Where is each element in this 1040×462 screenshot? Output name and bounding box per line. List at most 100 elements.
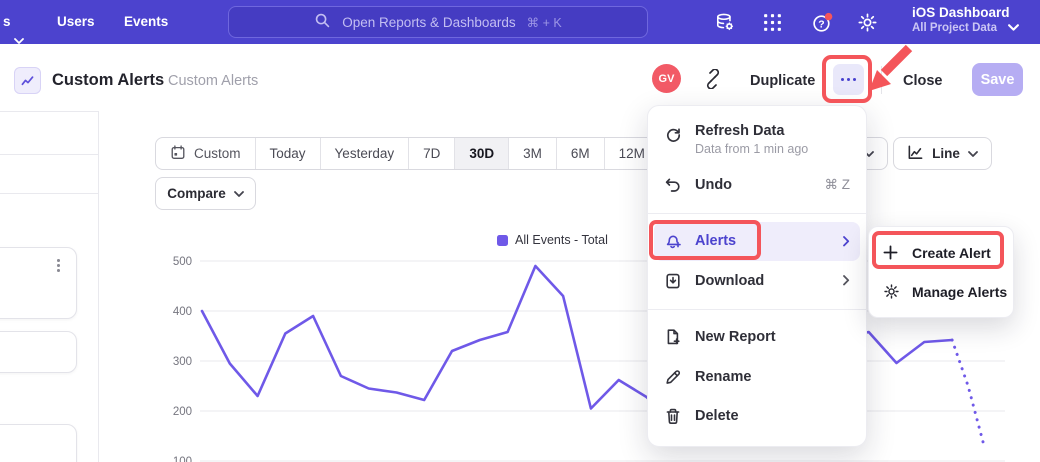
search-placeholder: Open Reports & Dashboards (342, 15, 515, 30)
chevron-down-icon[interactable] (1008, 19, 1019, 37)
legend-swatch (497, 235, 508, 246)
menu-divider (648, 309, 866, 310)
menu-item-undo[interactable]: Undo ⌘ Z (648, 165, 866, 204)
range-label: Custom (194, 146, 241, 161)
menu-item-refresh-data[interactable]: Refresh Data Data from 1 min ago (648, 116, 866, 165)
menu-item-sublabel: Data from 1 min ago (695, 142, 808, 156)
svg-text:100: 100 (173, 456, 192, 462)
sidebar-divider (0, 193, 98, 194)
notification-dot (825, 13, 833, 21)
menu-item-label: New Report (695, 329, 776, 345)
file-plus-icon (664, 328, 682, 346)
project-name: iOS Dashboard (912, 5, 1010, 20)
sidebar-divider (0, 111, 98, 112)
chevron-down-icon (968, 146, 978, 161)
duplicate-button[interactable]: Duplicate (750, 73, 815, 89)
range-3m[interactable]: 3M (508, 138, 556, 169)
calendar-icon (170, 144, 186, 164)
page-title: Custom Alerts (52, 71, 164, 90)
sidebar-divider (0, 154, 98, 155)
copy-link-icon[interactable] (703, 69, 723, 94)
compare-dropdown[interactable]: Compare (155, 177, 256, 210)
range-today[interactable]: Today (255, 138, 320, 169)
chart-type-label: Line (932, 146, 960, 161)
submenu-item-label: Manage Alerts (912, 284, 1007, 300)
save-button[interactable]: Save (972, 63, 1023, 96)
svg-text:500: 500 (173, 256, 192, 268)
top-navigation-bar: s Users Events Open Reports & Dashboards… (0, 0, 1040, 44)
nav-tab-partial[interactable]: s (3, 0, 11, 44)
line-chart-icon (907, 144, 924, 164)
menu-item-label: Alerts (695, 233, 736, 249)
chevron-right-icon (843, 236, 850, 247)
header-divider (881, 66, 882, 94)
legend-label: All Events - Total (515, 233, 608, 247)
menu-item-label: Rename (695, 369, 751, 385)
breadcrumb: Custom Alerts (168, 73, 258, 89)
svg-text:400: 400 (173, 306, 192, 318)
menu-item-alerts[interactable]: Alerts (654, 222, 860, 261)
sidebar-border (98, 111, 99, 462)
kebab-menu-icon[interactable] (57, 259, 60, 272)
menu-item-rename[interactable]: Rename (648, 357, 866, 396)
menu-item-new-report[interactable]: New Report (648, 318, 866, 357)
submenu-item-label: Create Alert (912, 245, 991, 261)
range-7d[interactable]: 7D (408, 138, 454, 169)
submenu-item-create-alert[interactable]: Create Alert (869, 233, 1013, 272)
global-search-input[interactable]: Open Reports & Dashboards ⌘ + K (228, 6, 648, 38)
report-type-icon (14, 67, 41, 94)
builder-card[interactable] (0, 247, 77, 319)
range-30d-selected[interactable]: 30D (454, 138, 508, 169)
chevron-down-icon (14, 19, 24, 63)
bell-plus-icon (664, 232, 682, 250)
range-custom[interactable]: Custom (156, 138, 255, 169)
menu-item-label: Undo (695, 177, 732, 193)
report-header: Custom Alerts Custom Alerts GV Duplicate… (0, 44, 1040, 110)
avatar[interactable]: GV (652, 64, 681, 93)
plus-icon (883, 244, 900, 261)
project-scope: All Project Data (912, 22, 1010, 34)
undo-icon (664, 176, 682, 194)
menu-item-shortcut: ⌘ Z (825, 177, 851, 193)
download-icon (664, 272, 682, 290)
svg-text:200: 200 (173, 406, 192, 418)
menu-item-label: Delete (695, 408, 739, 424)
svg-text:300: 300 (173, 356, 192, 368)
context-menu: Refresh Data Data from 1 min ago Undo ⌘ … (647, 105, 867, 447)
date-range-segmented-control: Custom Today Yesterday 7D 30D 3M 6M 12M (155, 137, 660, 170)
close-button[interactable]: Close (903, 73, 943, 89)
app-window: s Users Events Open Reports & Dashboards… (0, 0, 1040, 462)
menu-item-label: Download (695, 273, 764, 289)
menu-divider (648, 213, 866, 214)
nav-tab-events[interactable]: Events (124, 0, 168, 44)
range-6m[interactable]: 6M (556, 138, 604, 169)
settings-gear-icon[interactable] (857, 12, 879, 32)
range-yesterday[interactable]: Yesterday (320, 138, 409, 169)
chevron-right-icon (843, 275, 850, 286)
menu-item-delete[interactable]: Delete (648, 397, 866, 436)
pencil-icon (664, 368, 682, 386)
project-switcher[interactable]: iOS Dashboard All Project Data (912, 5, 1010, 34)
compare-label: Compare (167, 186, 226, 201)
trash-icon (664, 407, 682, 425)
help-icon[interactable]: ? (811, 12, 833, 32)
search-icon (314, 12, 331, 32)
chart-type-dropdown[interactable]: Line (893, 137, 992, 170)
chevron-down-icon (234, 186, 244, 201)
nav-tab-partial-label: s (3, 14, 11, 29)
data-management-icon[interactable] (714, 12, 736, 32)
search-shortcut: ⌘ + K (527, 15, 562, 30)
refresh-icon (664, 126, 682, 144)
more-options-button[interactable] (833, 64, 864, 95)
svg-text:?: ? (818, 19, 824, 30)
builder-card[interactable] (0, 331, 77, 373)
builder-card[interactable] (0, 424, 77, 462)
menu-item-label: Refresh Data (695, 123, 808, 139)
menu-item-download[interactable]: Download (648, 261, 866, 300)
nav-tab-users[interactable]: Users (57, 0, 95, 44)
apps-grid-icon[interactable] (762, 12, 784, 32)
chart-legend[interactable]: All Events - Total (497, 233, 608, 247)
alerts-submenu: Create Alert Manage Alerts (868, 226, 1014, 318)
submenu-item-manage-alerts[interactable]: Manage Alerts (869, 272, 1013, 311)
gear-icon (883, 283, 900, 300)
